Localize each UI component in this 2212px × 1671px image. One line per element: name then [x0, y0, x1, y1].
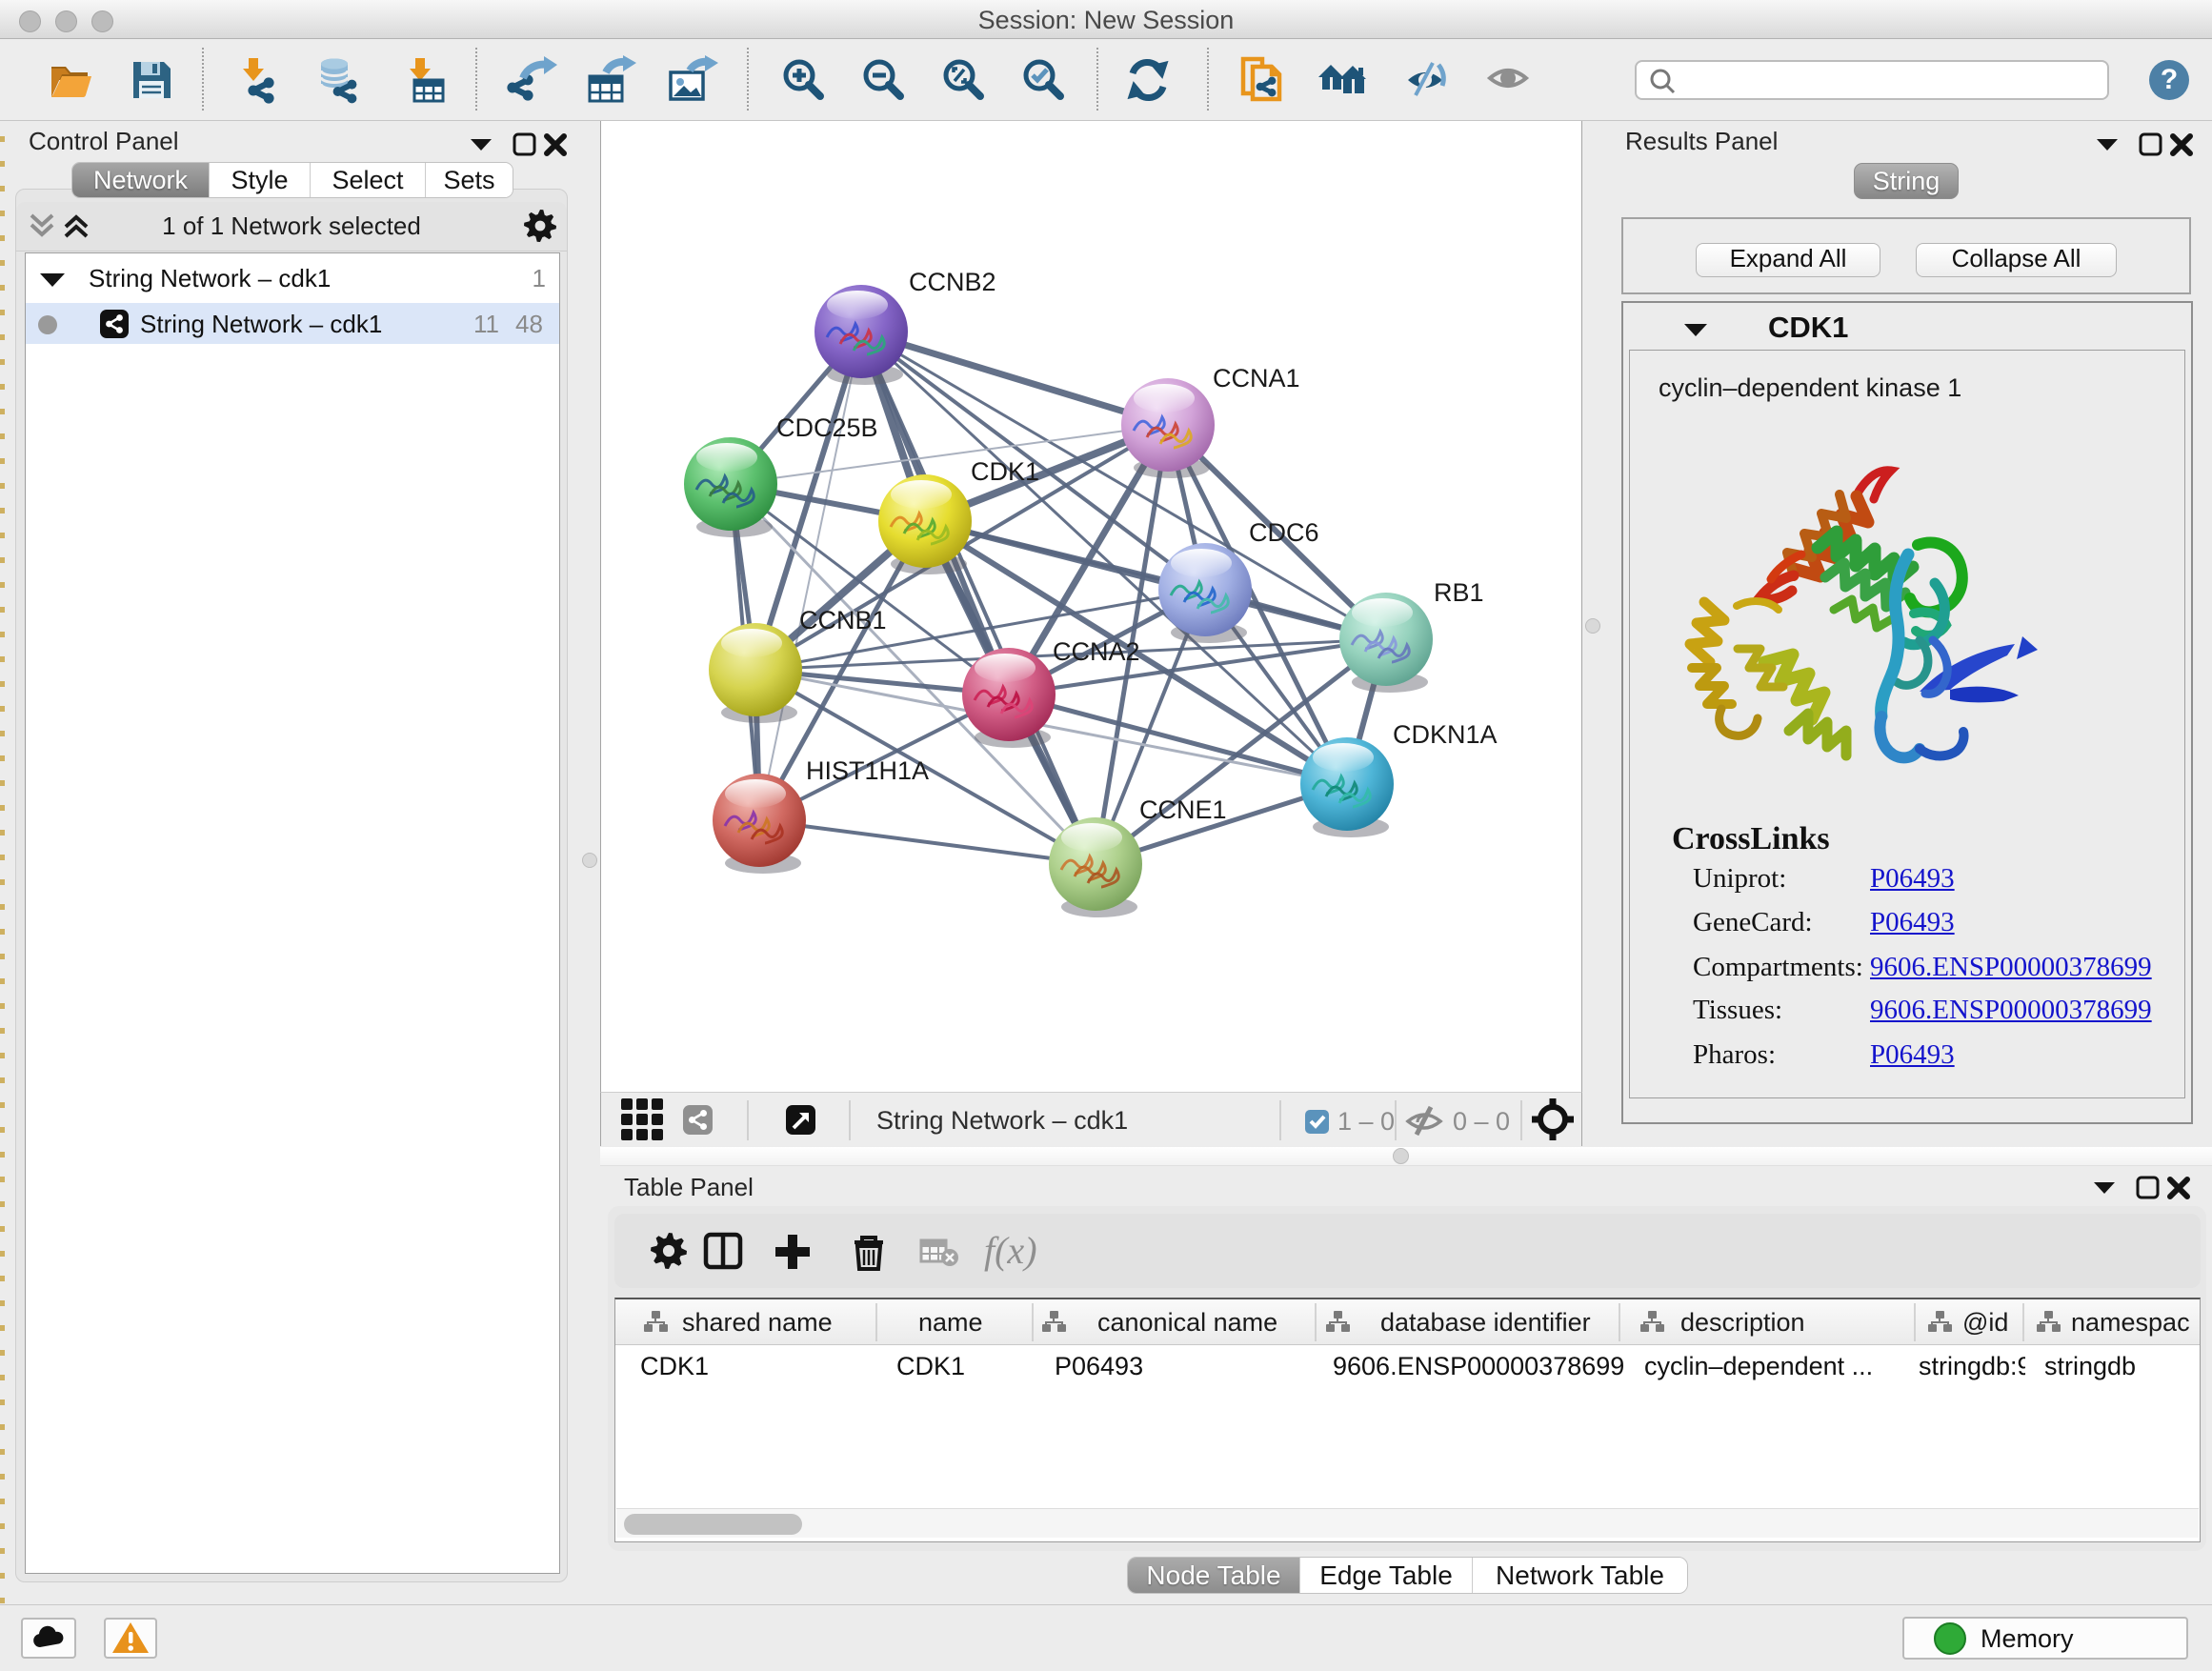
svg-text:CDC6: CDC6: [1249, 518, 1319, 547]
svg-text:CCNB1: CCNB1: [799, 606, 887, 634]
svg-text:CCNE1: CCNE1: [1139, 795, 1227, 824]
svg-text:canonical name: canonical name: [1097, 1308, 1277, 1337]
svg-text:@id: @id: [1962, 1308, 2008, 1337]
svg-text:description: description: [1680, 1308, 1805, 1337]
svg-text:CDKN1A: CDKN1A: [1393, 720, 1498, 749]
svg-text:HIST1H1A: HIST1H1A: [806, 756, 929, 785]
svg-text:name: name: [918, 1308, 983, 1337]
svg-text:CDC25B: CDC25B: [776, 413, 878, 442]
svg-text:CCNA2: CCNA2: [1053, 637, 1140, 666]
svg-text:CCNB2: CCNB2: [909, 268, 996, 296]
svg-text:String Network – cdk1: String Network – cdk1: [876, 1106, 1128, 1135]
svg-text:1 – 0: 1 – 0: [1337, 1107, 1395, 1136]
svg-text:f(x): f(x): [984, 1229, 1037, 1272]
svg-text:CDK1: CDK1: [971, 457, 1039, 486]
svg-text:namespac: namespac: [2071, 1308, 2190, 1337]
svg-text:CCNA1: CCNA1: [1213, 364, 1300, 393]
svg-text:0 – 0: 0 – 0: [1453, 1107, 1510, 1136]
svg-text:RB1: RB1: [1434, 578, 1484, 607]
svg-text:shared name: shared name: [682, 1308, 833, 1337]
svg-text:database identifier: database identifier: [1380, 1308, 1591, 1337]
